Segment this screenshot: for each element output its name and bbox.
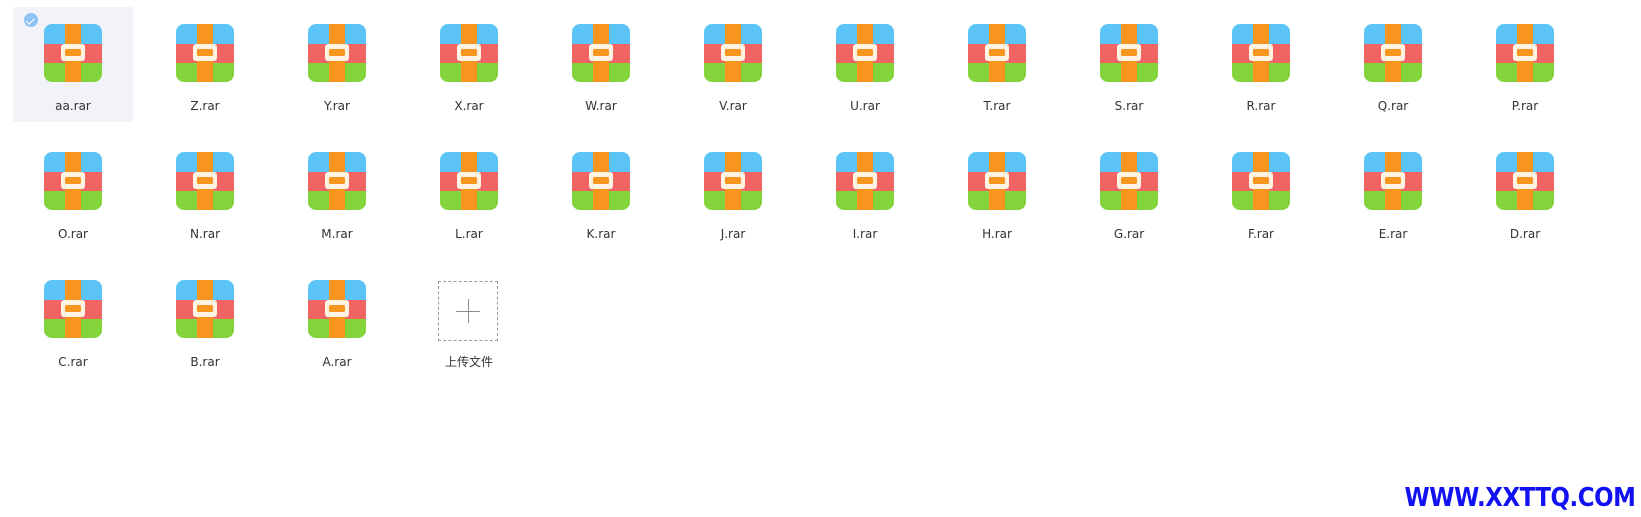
file-name: X.rar bbox=[454, 99, 484, 113]
archive-rar-icon bbox=[572, 24, 630, 82]
file-name: B.rar bbox=[190, 355, 220, 369]
file-name: T.rar bbox=[983, 99, 1011, 113]
archive-rar-icon bbox=[308, 24, 366, 82]
archive-rar-icon bbox=[968, 152, 1026, 210]
file-name: aa.rar bbox=[55, 99, 91, 113]
file-name: J.rar bbox=[720, 227, 746, 241]
file-name: K.rar bbox=[586, 227, 616, 241]
archive-rar-icon bbox=[44, 152, 102, 210]
archive-rar-icon bbox=[1364, 24, 1422, 82]
archive-rar-icon bbox=[44, 280, 102, 338]
archive-rar-icon bbox=[1100, 24, 1158, 82]
plus-icon bbox=[456, 299, 480, 323]
file-item[interactable]: P.rar bbox=[1465, 7, 1585, 122]
file-item[interactable]: J.rar bbox=[673, 135, 793, 250]
file-name: L.rar bbox=[455, 227, 483, 241]
file-name: Q.rar bbox=[1377, 99, 1409, 113]
file-name: C.rar bbox=[58, 355, 88, 369]
file-name: Y.rar bbox=[324, 99, 350, 113]
file-name: F.rar bbox=[1247, 227, 1274, 241]
archive-rar-icon bbox=[176, 280, 234, 338]
archive-rar-icon bbox=[176, 152, 234, 210]
archive-rar-icon bbox=[308, 152, 366, 210]
archive-rar-icon bbox=[836, 24, 894, 82]
file-name: H.rar bbox=[982, 227, 1012, 241]
file-item[interactable]: V.rar bbox=[673, 7, 793, 122]
archive-rar-icon bbox=[176, 24, 234, 82]
file-item[interactable]: U.rar bbox=[805, 7, 925, 122]
file-name: P.rar bbox=[1511, 99, 1539, 113]
archive-rar-icon bbox=[44, 24, 102, 82]
archive-rar-icon bbox=[704, 24, 762, 82]
file-grid: aa.rar Z.rar Y.rar X.rar W.rar V.rar U.r… bbox=[13, 7, 1585, 378]
file-item[interactable]: E.rar bbox=[1333, 135, 1453, 250]
file-name: I.rar bbox=[852, 227, 878, 241]
file-item[interactable]: A.rar bbox=[277, 263, 397, 378]
file-item[interactable]: L.rar bbox=[409, 135, 529, 250]
archive-rar-icon bbox=[704, 152, 762, 210]
file-name: D.rar bbox=[1509, 227, 1541, 241]
file-item[interactable]: B.rar bbox=[145, 263, 265, 378]
file-name: N.rar bbox=[189, 227, 220, 241]
file-item[interactable]: R.rar bbox=[1201, 7, 1321, 122]
file-item[interactable]: G.rar bbox=[1069, 135, 1189, 250]
file-item[interactable]: S.rar bbox=[1069, 7, 1189, 122]
archive-rar-icon bbox=[968, 24, 1026, 82]
file-item[interactable]: N.rar bbox=[145, 135, 265, 250]
file-item[interactable]: D.rar bbox=[1465, 135, 1585, 250]
file-item[interactable]: X.rar bbox=[409, 7, 529, 122]
file-name: M.rar bbox=[321, 227, 353, 241]
upload-label: 上传文件 bbox=[444, 355, 493, 369]
archive-rar-icon bbox=[572, 152, 630, 210]
file-name: O.rar bbox=[58, 227, 88, 241]
file-item[interactable]: W.rar bbox=[541, 7, 661, 122]
file-item[interactable]: Z.rar bbox=[145, 7, 265, 122]
file-name: S.rar bbox=[1114, 99, 1144, 113]
upload-file-button[interactable]: 上传文件 bbox=[409, 263, 529, 378]
file-name: Z.rar bbox=[190, 99, 220, 113]
archive-rar-icon bbox=[1496, 152, 1554, 210]
file-item[interactable]: C.rar bbox=[13, 263, 133, 378]
watermark: WWW.XXTTQ.COM bbox=[1404, 483, 1635, 513]
file-item[interactable]: I.rar bbox=[805, 135, 925, 250]
archive-rar-icon bbox=[836, 152, 894, 210]
file-item[interactable]: Y.rar bbox=[277, 7, 397, 122]
file-item[interactable]: T.rar bbox=[937, 7, 1057, 122]
file-name: W.rar bbox=[585, 99, 617, 113]
archive-rar-icon bbox=[1364, 152, 1422, 210]
file-name: U.rar bbox=[850, 99, 880, 113]
file-name: E.rar bbox=[1378, 227, 1408, 241]
archive-rar-icon bbox=[440, 24, 498, 82]
upload-dropzone[interactable] bbox=[438, 281, 498, 341]
archive-rar-icon bbox=[440, 152, 498, 210]
file-item[interactable]: aa.rar bbox=[13, 7, 133, 122]
archive-rar-icon bbox=[1232, 24, 1290, 82]
file-name: R.rar bbox=[1246, 99, 1276, 113]
file-item[interactable]: H.rar bbox=[937, 135, 1057, 250]
check-icon[interactable] bbox=[24, 13, 38, 27]
archive-rar-icon bbox=[1100, 152, 1158, 210]
file-item[interactable]: K.rar bbox=[541, 135, 661, 250]
archive-rar-icon bbox=[1496, 24, 1554, 82]
file-item[interactable]: O.rar bbox=[13, 135, 133, 250]
file-name: V.rar bbox=[719, 99, 747, 113]
archive-rar-icon bbox=[1232, 152, 1290, 210]
file-name: G.rar bbox=[1113, 227, 1145, 241]
file-item[interactable]: F.rar bbox=[1201, 135, 1321, 250]
file-item[interactable]: Q.rar bbox=[1333, 7, 1453, 122]
file-name: A.rar bbox=[322, 355, 352, 369]
archive-rar-icon bbox=[308, 280, 366, 338]
file-item[interactable]: M.rar bbox=[277, 135, 397, 250]
